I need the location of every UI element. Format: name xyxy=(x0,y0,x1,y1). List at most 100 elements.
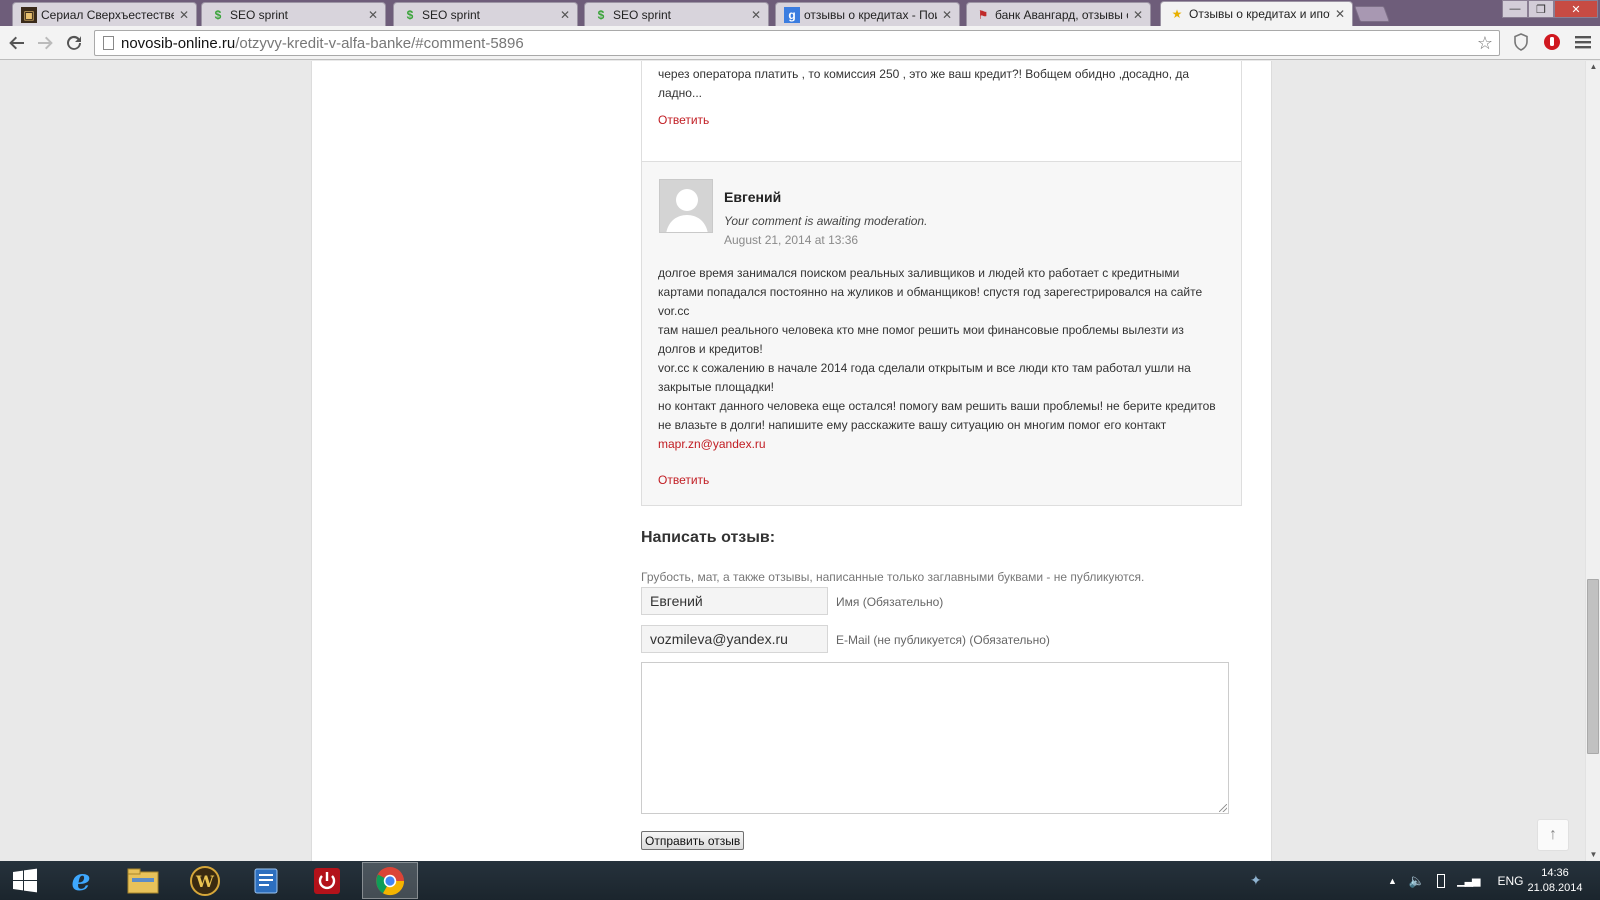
address-bar[interactable]: novosib-online.ru/otzyvy-kredit-v-alfa-b… xyxy=(94,30,1500,56)
submit-review-button[interactable]: Отправить отзыв xyxy=(641,831,745,850)
browser-tab[interactable]: $ SEO sprint ✕ xyxy=(584,2,769,26)
email-input[interactable] xyxy=(641,625,828,653)
browser-tab[interactable]: ⚑ банк Авангард, отзывы о ✕ xyxy=(966,2,1151,26)
tab-title: отзывы о кредитах - Поиск xyxy=(804,7,937,22)
hamburger-menu-icon xyxy=(1575,36,1591,49)
comment-textarea[interactable] xyxy=(641,662,1229,814)
browser-tab[interactable]: $ SEO sprint ✕ xyxy=(393,2,578,26)
chrome-logo-icon xyxy=(376,866,405,895)
taskbar-internet-explorer[interactable]: e xyxy=(53,862,109,899)
internet-explorer-icon: e xyxy=(71,863,91,898)
bank-icon: ⚑ xyxy=(977,7,989,22)
stop-hand-icon xyxy=(1544,34,1560,50)
show-hidden-icons-icon[interactable]: ▲ xyxy=(1388,876,1397,886)
vertical-scrollbar[interactable]: ▲ ▼ xyxy=(1585,61,1600,861)
tab-title: SEO sprint xyxy=(422,7,481,22)
back-button[interactable] xyxy=(6,32,28,54)
close-icon[interactable]: ✕ xyxy=(1132,8,1144,22)
tab-title: SEO sprint xyxy=(230,7,289,22)
scroll-up-arrow-icon[interactable]: ▲ xyxy=(1586,61,1600,73)
comment-line: там нашел реального человека кто мне пом… xyxy=(658,323,1184,337)
seo-sprint-icon: $ xyxy=(214,7,222,22)
comment-line: vor.cc к сожалению в начале 2014 года сд… xyxy=(658,361,1191,375)
taskbar-control-panel[interactable] xyxy=(238,862,294,899)
forward-button[interactable] xyxy=(34,32,56,54)
google-icon: g xyxy=(784,6,800,23)
name-input[interactable] xyxy=(641,587,828,615)
seo-sprint-icon: $ xyxy=(597,7,605,22)
new-tab-button[interactable] xyxy=(1354,6,1390,22)
scroll-down-arrow-icon[interactable]: ▼ xyxy=(1586,849,1600,861)
power-icon xyxy=(314,867,340,894)
close-icon[interactable]: ✕ xyxy=(750,8,762,22)
page-icon xyxy=(103,36,114,50)
close-window-button[interactable]: ✕ xyxy=(1554,0,1598,18)
page-viewport: через оператора платить , то комиссия 25… xyxy=(0,61,1585,861)
control-panel-icon xyxy=(254,868,278,893)
close-icon[interactable]: ✕ xyxy=(367,8,379,22)
comment-line: картами попадался постоянно на жуликов и… xyxy=(658,285,1203,299)
clock-date: 21.08.2014 xyxy=(1527,882,1583,894)
comment-author: Евгений xyxy=(724,189,782,205)
reply-link[interactable]: Ответить xyxy=(658,113,709,127)
comment-line: долгов и кредитов! xyxy=(658,342,763,356)
close-icon[interactable]: ✕ xyxy=(941,8,953,22)
star-icon: ★ xyxy=(1171,7,1183,21)
taskbar-shutdown-app[interactable] xyxy=(299,862,355,899)
browser-tab[interactable]: g отзывы о кредитах - Поиск ✕ xyxy=(775,2,960,26)
taskbar-clock[interactable]: 14:36 21.08.2014 xyxy=(1520,866,1590,896)
tab-title: Отзывы о кредитах и ипотеке xyxy=(1189,7,1330,21)
comment-line: vor.cc xyxy=(658,304,690,318)
reload-button[interactable] xyxy=(63,32,85,54)
taskbar-explorer[interactable] xyxy=(115,862,171,899)
browser-tab[interactable]: ▣ Сериал Сверхъестественное ✕ xyxy=(12,2,197,26)
adblock-extension-icon[interactable] xyxy=(1541,31,1563,53)
maximize-button[interactable]: ❐ xyxy=(1528,0,1554,18)
email-link[interactable]: mapr.zn@yandex.ru xyxy=(658,437,766,451)
close-icon[interactable]: ✕ xyxy=(1334,7,1346,21)
shield-icon xyxy=(1514,33,1528,51)
comment-text: долгое время занимался поиском реальных … xyxy=(658,264,1216,454)
minimize-button[interactable]: — xyxy=(1502,0,1528,18)
comment-date[interactable]: August 21, 2014 at 13:36 xyxy=(724,233,858,247)
film-icon: ▣ xyxy=(21,6,37,23)
moderation-notice: Your comment is awaiting moderation. xyxy=(724,214,928,228)
comment-line: долгое время занимался поиском реальных … xyxy=(658,266,1180,280)
tab-title: SEO sprint xyxy=(613,7,672,22)
comment-line: но контакт данного человека еще остался!… xyxy=(658,399,1216,413)
arrow-left-icon xyxy=(9,36,24,50)
comment-line: закрытые площадки! xyxy=(658,380,774,394)
url-path: /otzyvy-kredit-v-alfa-banke/#comment-589… xyxy=(235,34,524,52)
folder-icon xyxy=(127,868,159,893)
start-button[interactable] xyxy=(0,862,50,899)
taskbar-chrome[interactable] xyxy=(362,862,418,899)
scroll-thumb[interactable] xyxy=(1587,579,1599,754)
arrow-right-icon xyxy=(38,36,53,50)
email-label: E-Mail (не публикуется) (Обязательно) xyxy=(836,633,1050,647)
reload-icon xyxy=(67,35,81,50)
reply-link[interactable]: Ответить xyxy=(658,473,709,487)
comment-line: не влазьте в долги! напишите ему расскаж… xyxy=(658,418,1167,432)
battery-icon[interactable] xyxy=(1437,873,1446,888)
comment-line: через оператора платить , то комиссия 25… xyxy=(658,67,1190,81)
shield-extension-icon[interactable] xyxy=(1510,31,1532,53)
menu-button[interactable] xyxy=(1572,31,1594,53)
close-icon[interactable]: ✕ xyxy=(559,8,571,22)
network-signal-icon[interactable]: ▁▃▅ xyxy=(1457,874,1480,887)
scroll-to-top-button[interactable]: ↑ xyxy=(1537,819,1569,851)
tab-title: Сериал Сверхъестественное xyxy=(41,7,174,22)
tab-strip: ▣ Сериал Сверхъестественное ✕ $ SEO spri… xyxy=(0,0,1600,26)
browser-tab[interactable]: $ SEO sprint ✕ xyxy=(201,2,386,26)
comment-line: ладно... xyxy=(658,86,702,100)
url-host: novosib-online.ru xyxy=(121,34,236,52)
taskbar-world-of-warcraft[interactable]: W xyxy=(177,862,233,899)
speaker-icon[interactable]: 🔈 xyxy=(1409,873,1425,889)
comment-text: через оператора платить , то комиссия 25… xyxy=(658,65,1189,103)
bookmark-star-icon[interactable]: ☆ xyxy=(1477,33,1493,54)
sparkle-icon: ✦ xyxy=(1250,872,1262,888)
browser-tab-active[interactable]: ★ Отзывы о кредитах и ипотеке ✕ xyxy=(1160,1,1353,26)
avatar xyxy=(659,179,713,233)
browser-toolbar: novosib-online.ru/otzyvy-kredit-v-alfa-b… xyxy=(0,26,1600,60)
close-icon[interactable]: ✕ xyxy=(178,8,190,22)
form-title: Написать отзыв: xyxy=(641,529,776,546)
